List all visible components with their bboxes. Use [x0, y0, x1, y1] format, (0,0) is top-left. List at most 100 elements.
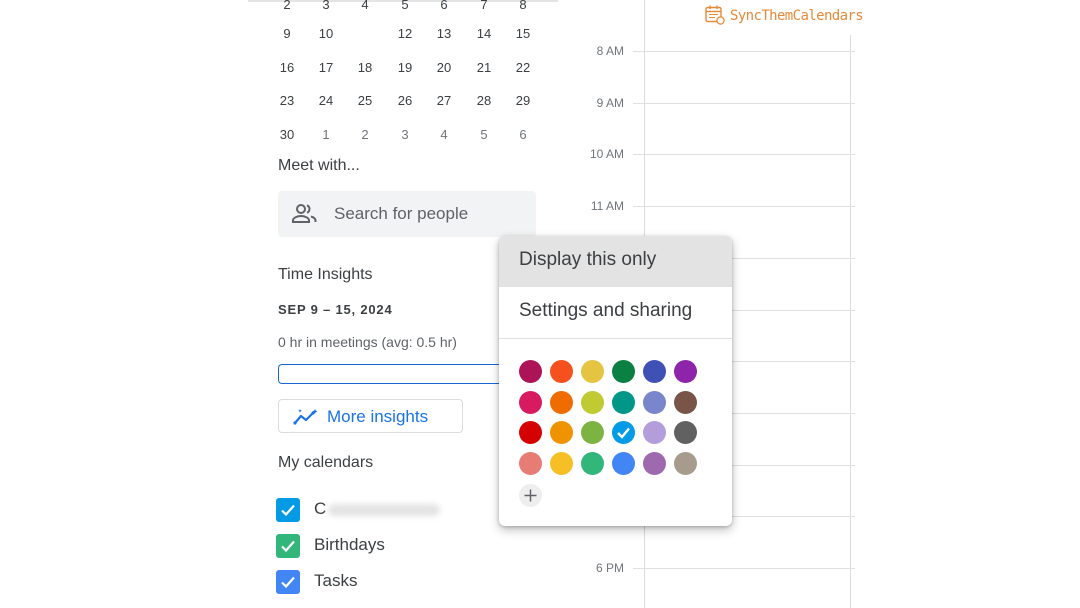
color-swatch[interactable]: [674, 452, 697, 475]
color-swatch[interactable]: [581, 452, 604, 475]
color-swatch[interactable]: [519, 360, 542, 383]
check-icon: [281, 540, 295, 553]
insights-icon: [293, 409, 318, 425]
mini-calendar-day[interactable]: 2: [270, 0, 304, 20]
mini-calendar-day[interactable]: 3: [388, 120, 422, 150]
menu-item-settings-and-sharing[interactable]: Settings and sharing: [499, 287, 732, 337]
color-swatch[interactable]: [519, 421, 542, 444]
day-number: 1: [322, 127, 330, 142]
day-number: 11: [358, 26, 372, 41]
day-number: 25: [357, 93, 373, 108]
more-insights-button[interactable]: More insights: [278, 399, 463, 433]
day-number: 4: [440, 127, 448, 142]
mini-calendar-day[interactable]: 30: [270, 120, 304, 150]
mini-calendar-day[interactable]: 21: [467, 53, 501, 83]
mini-calendar-week: 23 24 25 26 27 28 29: [266, 86, 544, 116]
mini-calendar-day[interactable]: 20: [427, 53, 461, 83]
day-number: 16: [279, 60, 295, 75]
add-custom-color-button[interactable]: [519, 484, 542, 507]
mini-calendar-day[interactable]: 10: [309, 19, 343, 49]
search-people-input[interactable]: Search for people: [278, 191, 536, 237]
color-swatch[interactable]: [643, 421, 666, 444]
color-swatch[interactable]: [581, 391, 604, 414]
more-insights-label: More insights: [327, 407, 429, 426]
mini-calendar-day[interactable]: 4: [427, 120, 461, 150]
mini-calendar-day[interactable]: 7: [467, 0, 501, 20]
color-swatch[interactable]: [643, 391, 666, 414]
color-swatch[interactable]: [550, 452, 573, 475]
color-swatch[interactable]: [581, 421, 604, 444]
check-icon: [617, 427, 630, 439]
mini-calendar-day[interactable]: 5: [467, 120, 501, 150]
color-swatch[interactable]: [643, 452, 666, 475]
hour-gridline: [633, 51, 855, 52]
day-number: 12: [397, 26, 413, 41]
menu-item-display-this-only[interactable]: Display this only: [499, 236, 732, 286]
mini-calendar-day[interactable]: 19: [388, 53, 422, 83]
mini-calendar-day[interactable]: 13: [427, 19, 461, 49]
mini-calendar-today[interactable]: 11: [348, 19, 382, 49]
calendar-label: C: [314, 499, 327, 518]
day-number: 18: [357, 60, 373, 75]
mini-calendar-day[interactable]: 24: [309, 86, 343, 116]
mini-calendar-day[interactable]: 4: [348, 0, 382, 20]
menu-divider: [499, 338, 732, 339]
color-swatch[interactable]: [550, 421, 573, 444]
mini-calendar-day[interactable]: 12: [388, 19, 422, 49]
mini-calendar-day[interactable]: 28: [467, 86, 501, 116]
mini-calendar-day[interactable]: 23: [270, 86, 304, 116]
mini-calendar-day[interactable]: 5: [388, 0, 422, 20]
day-number: 7: [480, 0, 488, 12]
color-swatch[interactable]: [612, 391, 635, 414]
day-number: 6: [440, 0, 448, 12]
hour-label: 8 AM: [596, 44, 624, 58]
color-swatch[interactable]: [612, 360, 635, 383]
mini-calendar-day[interactable]: 3: [309, 0, 343, 20]
color-swatch[interactable]: [674, 391, 697, 414]
mini-calendar-week: 9 10 11 12 13 14 15: [266, 19, 544, 49]
calendar-checkbox[interactable]: [276, 570, 300, 594]
mini-calendar-day[interactable]: 29: [506, 86, 540, 116]
day-number: 14: [476, 26, 492, 41]
menu-item-label: Settings and sharing: [519, 300, 693, 321]
mini-calendar-day[interactable]: 22: [506, 53, 540, 83]
mini-calendar-day[interactable]: 6: [427, 0, 461, 20]
color-swatch[interactable]: [643, 360, 666, 383]
day-number: 24: [318, 93, 334, 108]
color-swatch[interactable]: [550, 391, 573, 414]
color-swatch[interactable]: [519, 452, 542, 475]
mini-calendar-day[interactable]: 1: [309, 120, 343, 150]
mini-calendar-day[interactable]: 27: [427, 86, 461, 116]
mini-calendar-day[interactable]: 16: [270, 53, 304, 83]
color-swatch[interactable]: [519, 391, 542, 414]
mini-calendar-day[interactable]: 26: [388, 86, 422, 116]
hour-gridline: [633, 154, 855, 155]
calendar-label: Tasks: [314, 571, 358, 590]
color-swatch[interactable]: [612, 452, 635, 475]
mini-calendar-day[interactable]: 6: [506, 120, 540, 150]
meetings-bar: [278, 364, 518, 384]
day-number: 5: [480, 127, 488, 142]
color-swatch[interactable]: [674, 421, 697, 444]
my-calendars-title: My calendars: [278, 454, 374, 471]
mini-calendar-day[interactable]: 14: [467, 19, 501, 49]
calendar-checkbox[interactable]: [276, 498, 300, 522]
day-number: 3: [322, 0, 330, 12]
color-swatch[interactable]: [612, 421, 635, 444]
mini-calendar-day[interactable]: 25: [348, 86, 382, 116]
day-number: 2: [361, 127, 369, 142]
mini-calendar-day[interactable]: 9: [270, 19, 304, 49]
mini-calendar-day[interactable]: 18: [348, 53, 382, 83]
color-swatch[interactable]: [550, 360, 573, 383]
day-number: 3: [401, 127, 409, 142]
mini-calendar-day[interactable]: 2: [348, 120, 382, 150]
check-icon: [281, 504, 295, 517]
day-number: 20: [436, 60, 452, 75]
color-swatch[interactable]: [581, 360, 604, 383]
mini-calendar-day[interactable]: 17: [309, 53, 343, 83]
mini-calendar-day[interactable]: 15: [506, 19, 540, 49]
calendar-checkbox[interactable]: [276, 534, 300, 558]
day-number: 5: [401, 0, 409, 12]
color-swatch[interactable]: [674, 360, 697, 383]
mini-calendar-day[interactable]: 8: [506, 0, 540, 20]
